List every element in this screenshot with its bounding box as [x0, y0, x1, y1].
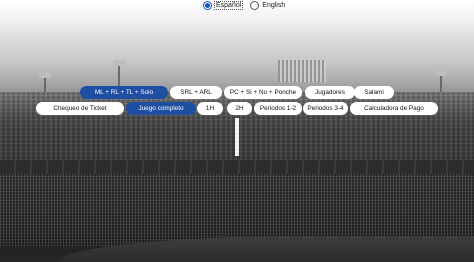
stadium-facade	[0, 160, 474, 174]
tab-juego-completo[interactable]: Juego completo	[126, 102, 196, 115]
tab-chequeo-de-ticket[interactable]: Chequeo de Ticket	[36, 102, 124, 115]
stadium-background	[0, 0, 474, 262]
light-tower	[113, 60, 125, 86]
foul-pole	[235, 118, 239, 156]
tab-periodos-3-4[interactable]: Periodos 3-4	[303, 102, 348, 115]
scoreboard	[278, 60, 326, 82]
radio-icon[interactable]	[203, 0, 212, 10]
tab-salami[interactable]: Salami	[354, 86, 394, 99]
tab-2h[interactable]: 2H	[227, 102, 252, 115]
language-option-english[interactable]: English	[250, 0, 286, 10]
tab-pc-si-no-ponche[interactable]: PC + Si + No + Ponche	[224, 86, 302, 99]
tab-ml-rl-tl-solo[interactable]: ML + RL + TL + Solo	[80, 86, 168, 99]
tab-calculadora-de-pago[interactable]: Calculadora de Pago	[350, 102, 438, 115]
tab-1h[interactable]: 1H	[197, 102, 223, 115]
tab-srl-arl[interactable]: SRL + ARL	[170, 86, 222, 99]
language-option-espanol[interactable]: Español	[203, 0, 244, 10]
language-label: Español	[213, 0, 244, 10]
language-selector: Español English	[203, 0, 285, 10]
tab-jugadores[interactable]: Jugadores	[305, 86, 355, 99]
language-label: English	[262, 1, 286, 9]
tab-periodos-1-2[interactable]: Periodos 1-2	[254, 102, 302, 115]
light-tower	[39, 72, 51, 92]
radio-icon[interactable]	[250, 0, 260, 10]
light-tower	[435, 70, 447, 92]
